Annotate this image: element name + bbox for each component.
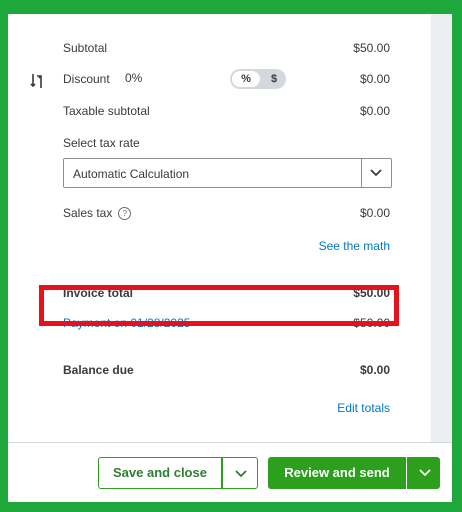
edit-totals-link[interactable]: Edit totals xyxy=(337,401,390,415)
tax-rate-label-row: Select tax rate xyxy=(63,136,390,150)
discount-type-toggle[interactable]: % $ xyxy=(230,69,286,89)
sales-tax-row: Sales tax? $0.00 xyxy=(63,206,390,221)
chevron-down-icon xyxy=(235,470,247,478)
sales-tax-value: $0.00 xyxy=(359,206,390,220)
select-divider xyxy=(361,159,362,187)
footer-divider xyxy=(8,442,452,443)
send-options-dropdown[interactable] xyxy=(407,457,440,489)
taxable-subtotal-row: Taxable subtotal $0.00 xyxy=(63,104,390,118)
review-and-send-button[interactable]: Review and send xyxy=(268,457,406,489)
help-icon[interactable]: ? xyxy=(118,207,132,221)
save-options-dropdown[interactable] xyxy=(222,457,258,489)
chevron-down-icon[interactable] xyxy=(369,167,383,179)
balance-due-row: Balance due $0.00 xyxy=(63,363,390,377)
subtotal-row: Subtotal $50.00 xyxy=(63,41,390,55)
subtotal-label: Subtotal xyxy=(63,41,108,55)
balance-due-value: $0.00 xyxy=(359,363,390,377)
subtotal-value: $50.00 xyxy=(353,41,390,55)
scrollbar[interactable] xyxy=(431,14,452,442)
taxable-subtotal-label: Taxable subtotal xyxy=(63,104,150,118)
discount-value: $0.00 xyxy=(359,72,390,86)
sales-tax-label: Sales tax xyxy=(63,206,113,220)
payment-highlight-box xyxy=(39,285,399,326)
taxable-subtotal-value: $0.00 xyxy=(359,104,390,118)
chevron-down-icon xyxy=(419,469,431,477)
discount-percent-input[interactable]: 0% xyxy=(125,71,142,85)
save-and-close-button[interactable]: Save and close xyxy=(98,457,222,489)
invoice-totals-panel: Subtotal $50.00 Discount $0.00 0% % $ Ta… xyxy=(8,14,452,502)
discount-row: Discount $0.00 xyxy=(63,72,390,86)
tax-rate-selected: Automatic Calculation xyxy=(73,167,190,181)
tax-rate-label: Select tax rate xyxy=(63,136,140,150)
tax-rate-select[interactable]: Automatic Calculation xyxy=(63,158,392,188)
balance-due-label: Balance due xyxy=(63,363,134,377)
reorder-icon[interactable] xyxy=(30,72,44,90)
discount-dollar-option[interactable]: $ xyxy=(264,71,284,87)
discount-label: Discount xyxy=(63,72,110,86)
discount-percent-option[interactable]: % xyxy=(232,71,260,87)
see-the-math-link[interactable]: See the math xyxy=(319,239,390,253)
